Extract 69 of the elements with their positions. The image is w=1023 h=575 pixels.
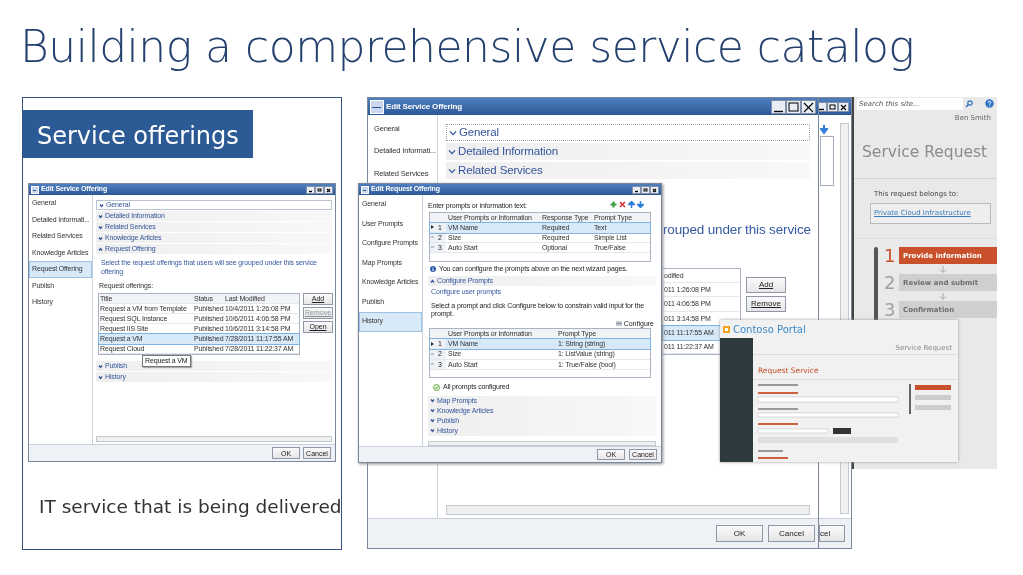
arrow-down-icon (939, 292, 947, 300)
list-icon (615, 321, 622, 327)
close-icon (802, 100, 815, 113)
minimize-button[interactable] (632, 185, 641, 194)
maximize-icon (787, 100, 800, 113)
help-icon[interactable] (985, 99, 994, 108)
maximize-button[interactable] (641, 185, 650, 194)
slide-title: Building a comprehensive service catalog (20, 20, 915, 74)
add-icon[interactable] (610, 201, 617, 209)
horizontal-scrollbar[interactable] (96, 436, 332, 442)
section-title: Detailed Information (458, 143, 558, 159)
step-number: 1 (884, 246, 896, 265)
row-marker-icon (430, 234, 435, 241)
minimize-button[interactable] (771, 99, 786, 114)
section-title: General (459, 124, 499, 140)
minimize-icon (633, 189, 640, 193)
search-icon[interactable] (965, 99, 973, 108)
arrow-up-icon[interactable] (628, 201, 635, 209)
close-icon (839, 102, 848, 111)
maximize-button[interactable] (315, 185, 324, 194)
horizontal-scrollbar[interactable] (446, 505, 810, 515)
chevron-icon[interactable] (430, 278, 435, 284)
close-button[interactable] (838, 101, 849, 112)
maximize-icon (316, 186, 323, 193)
minimize-icon (772, 109, 785, 113)
arrow-down-icon[interactable] (637, 201, 644, 209)
minimize-icon (307, 189, 314, 193)
minimize-button[interactable] (306, 185, 315, 194)
arrow-down-icon (820, 125, 828, 134)
page-heading: Service Request (854, 126, 997, 179)
minimize-icon (819, 107, 826, 111)
panel-heading: Service offerings (23, 110, 253, 158)
dialog-button[interactable]: Cancel (768, 525, 815, 542)
close-icon (325, 186, 332, 193)
section-header[interactable]: Related Services (446, 162, 810, 179)
horizontal-scrollbar[interactable] (428, 441, 656, 446)
row-marker-icon (430, 351, 435, 357)
minimize-button[interactable] (819, 101, 827, 112)
logo-icon (723, 325, 730, 333)
step-number: 3 (884, 300, 896, 319)
close-button[interactable] (650, 185, 659, 194)
section-header[interactable]: General (446, 124, 810, 141)
maximize-icon (828, 102, 837, 111)
maximize-button[interactable] (827, 101, 838, 112)
maximize-icon (642, 186, 649, 193)
dialog-button[interactable]: OK (716, 525, 763, 542)
description-text: rouped under this service (663, 221, 810, 239)
row-pointer-icon (430, 340, 435, 347)
close-button[interactable] (324, 185, 333, 194)
row-marker-icon (430, 361, 435, 368)
list-button[interactable]: Remove (746, 296, 786, 313)
chevron-icon[interactable] (448, 147, 456, 156)
panel-caption: IT service that is being delivered (39, 495, 342, 519)
chevron-icon[interactable] (449, 128, 457, 137)
chevron-icon[interactable] (448, 166, 456, 175)
close-icon (651, 186, 658, 193)
info-icon (430, 265, 436, 272)
section-title: Related Services (458, 162, 543, 178)
window-title: Edit Service Offering (386, 100, 463, 113)
arrow-down-icon (939, 265, 947, 273)
section-header[interactable]: Detailed Information (446, 143, 810, 160)
list-button[interactable]: Add (746, 277, 786, 294)
close-button[interactable] (801, 99, 816, 114)
step-number: 2 (884, 273, 896, 292)
dialog-button[interactable]: cel (819, 525, 845, 542)
check-icon (433, 384, 440, 392)
row-marker-icon (430, 244, 435, 251)
row-pointer-icon (430, 224, 435, 231)
delete-icon[interactable] (619, 201, 626, 209)
